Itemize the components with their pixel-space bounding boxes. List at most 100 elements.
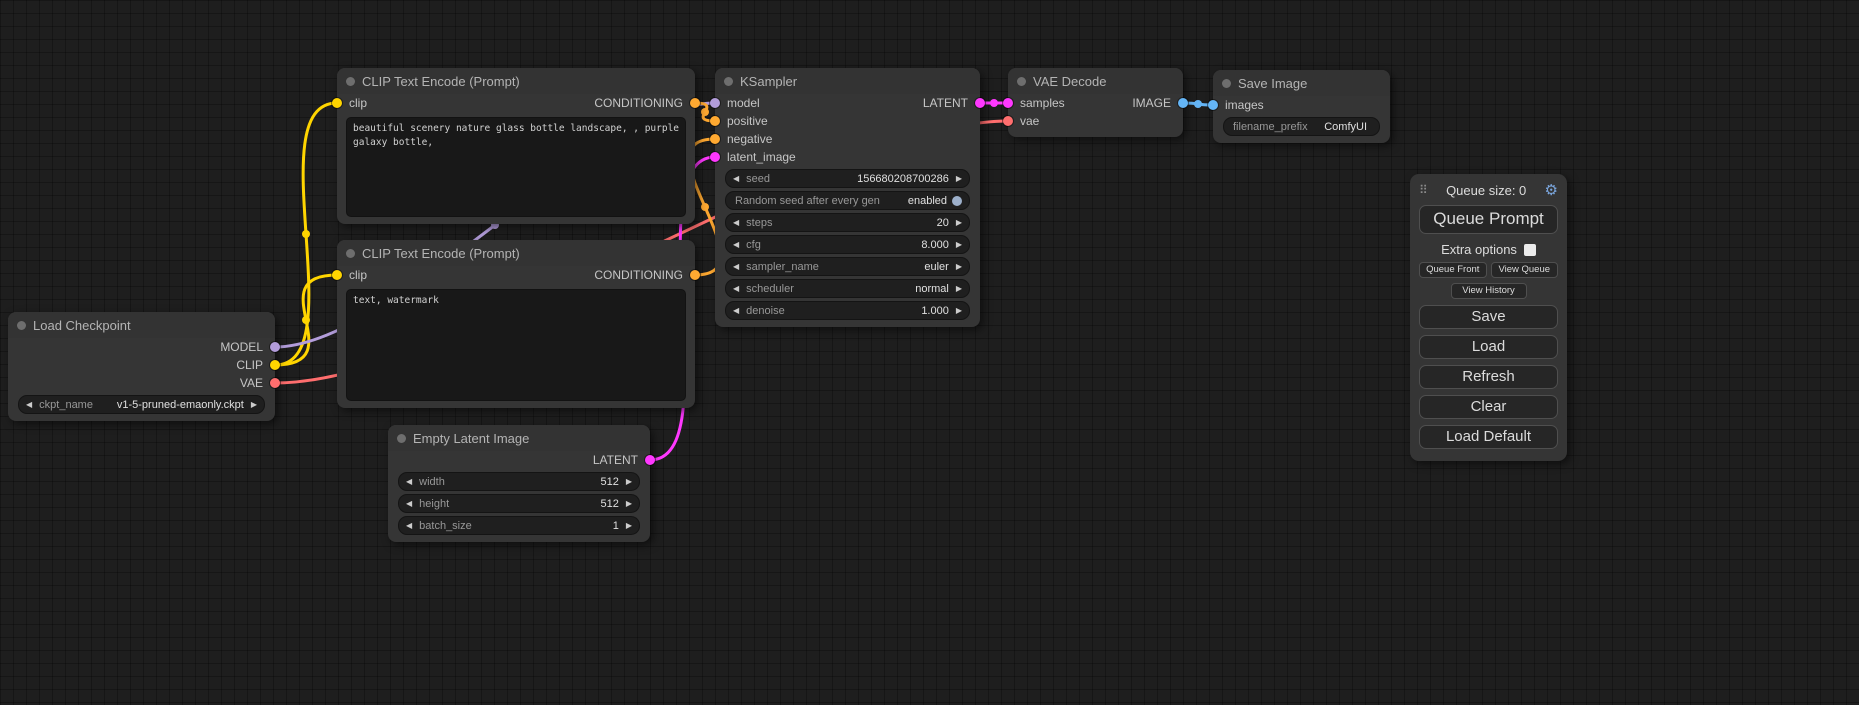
input-port-clip[interactable] — [332, 270, 342, 280]
view-queue-button[interactable]: View Queue — [1491, 262, 1559, 278]
arrow-right-icon[interactable]: ▶ — [626, 522, 632, 530]
node-vae-decode[interactable]: VAE Decode samples IMAGE vae — [1008, 68, 1183, 137]
arrow-left-icon[interactable]: ◀ — [406, 522, 412, 530]
negative-prompt-textarea[interactable]: text, watermark — [346, 289, 686, 401]
arrow-right-icon[interactable]: ▶ — [251, 401, 257, 409]
output-port-conditioning[interactable] — [690, 270, 700, 280]
arrow-left-icon[interactable]: ◀ — [733, 263, 739, 271]
node-empty-latent-image[interactable]: Empty Latent Image LATENT ◀ width 512 ▶ … — [388, 425, 650, 542]
widget-value: 512 — [600, 476, 618, 488]
toggle-knob-icon[interactable] — [952, 196, 962, 206]
node-load-checkpoint[interactable]: Load Checkpoint MODEL CLIP VAE ◀ ckpt_na… — [8, 312, 275, 421]
extra-options-checkbox[interactable] — [1524, 244, 1536, 256]
node-clip-text-encode-positive[interactable]: CLIP Text Encode (Prompt) clip CONDITION… — [337, 68, 695, 224]
load-default-button[interactable]: Load Default — [1419, 425, 1558, 449]
node-titlebar[interactable]: CLIP Text Encode (Prompt) — [337, 240, 695, 266]
arrow-left-icon[interactable]: ◀ — [406, 478, 412, 486]
widget-name: width — [419, 476, 445, 488]
node-ksampler[interactable]: KSampler model LATENT positive negative … — [715, 68, 980, 327]
load-button[interactable]: Load — [1419, 335, 1558, 359]
output-label-conditioning: CONDITIONING — [594, 96, 683, 110]
refresh-button[interactable]: Refresh — [1419, 365, 1558, 389]
widget-width[interactable]: ◀ width 512 ▶ — [398, 472, 640, 491]
arrow-left-icon[interactable]: ◀ — [26, 401, 32, 409]
queue-menu-panel: ⠿ Queue size: 0 ⚙ Queue Prompt Extra opt… — [1410, 174, 1567, 461]
input-port-clip[interactable] — [332, 98, 342, 108]
queue-front-button[interactable]: Queue Front — [1419, 262, 1487, 278]
input-port-positive[interactable] — [710, 116, 720, 126]
arrow-right-icon[interactable]: ▶ — [626, 478, 632, 486]
widget-random-seed-toggle[interactable]: Random seed after every gen enabled — [725, 191, 970, 210]
arrow-left-icon[interactable]: ◀ — [406, 500, 412, 508]
node-titlebar[interactable]: CLIP Text Encode (Prompt) — [337, 68, 695, 94]
arrow-left-icon[interactable]: ◀ — [733, 307, 739, 315]
queue-prompt-button[interactable]: Queue Prompt — [1419, 205, 1558, 234]
settings-gear-icon[interactable]: ⚙ — [1545, 183, 1558, 198]
comfyui-canvas[interactable]: { "colors": { "model": "#B39DDB", "clip"… — [0, 0, 1859, 705]
widget-name: height — [419, 498, 449, 510]
widget-height[interactable]: ◀ height 512 ▶ — [398, 494, 640, 513]
widget-value: enabled — [908, 195, 947, 207]
node-save-image[interactable]: Save Image images filename_prefix ComfyU… — [1213, 70, 1390, 143]
arrow-right-icon[interactable]: ▶ — [626, 500, 632, 508]
widget-name: ckpt_name — [39, 399, 93, 411]
widget-seed[interactable]: ◀ seed 156680208700286 ▶ — [725, 169, 970, 188]
widget-sampler-name[interactable]: ◀ sampler_name euler ▶ — [725, 257, 970, 276]
input-port-model[interactable] — [710, 98, 720, 108]
arrow-right-icon[interactable]: ▶ — [956, 241, 962, 249]
node-titlebar[interactable]: VAE Decode — [1008, 68, 1183, 94]
arrow-right-icon[interactable]: ▶ — [956, 307, 962, 315]
collapse-dot-icon[interactable] — [17, 321, 26, 330]
output-port-latent[interactable] — [975, 98, 985, 108]
input-port-samples[interactable] — [1003, 98, 1013, 108]
widget-denoise[interactable]: ◀ denoise 1.000 ▶ — [725, 301, 970, 320]
input-port-negative[interactable] — [710, 134, 720, 144]
arrow-right-icon[interactable]: ▶ — [956, 285, 962, 293]
input-port-vae[interactable] — [1003, 116, 1013, 126]
widget-filename-prefix[interactable]: filename_prefix ComfyUI — [1223, 117, 1380, 136]
widget-batch-size[interactable]: ◀ batch_size 1 ▶ — [398, 516, 640, 535]
widget-cfg[interactable]: ◀ cfg 8.000 ▶ — [725, 235, 970, 254]
output-port-image[interactable] — [1178, 98, 1188, 108]
drag-handle-icon[interactable]: ⠿ — [1419, 183, 1428, 197]
widget-value: normal — [915, 283, 949, 295]
collapse-dot-icon[interactable] — [346, 77, 355, 86]
collapse-dot-icon[interactable] — [397, 434, 406, 443]
slot-row: MODEL — [8, 338, 275, 356]
widget-ckpt-name[interactable]: ◀ ckpt_name v1-5-pruned-emaonly.ckpt ▶ — [18, 395, 265, 414]
widget-steps[interactable]: ◀ steps 20 ▶ — [725, 213, 970, 232]
widget-scheduler[interactable]: ◀ scheduler normal ▶ — [725, 279, 970, 298]
node-titlebar[interactable]: Load Checkpoint — [8, 312, 275, 338]
output-port-clip[interactable] — [270, 360, 280, 370]
node-titlebar[interactable]: KSampler — [715, 68, 980, 94]
save-button[interactable]: Save — [1419, 305, 1558, 329]
arrow-left-icon[interactable]: ◀ — [733, 285, 739, 293]
output-port-conditioning[interactable] — [690, 98, 700, 108]
input-port-images[interactable] — [1208, 100, 1218, 110]
arrow-left-icon[interactable]: ◀ — [733, 219, 739, 227]
collapse-dot-icon[interactable] — [1222, 79, 1231, 88]
positive-prompt-textarea[interactable]: beautiful scenery nature glass bottle la… — [346, 117, 686, 217]
node-clip-text-encode-negative[interactable]: CLIP Text Encode (Prompt) clip CONDITION… — [337, 240, 695, 408]
arrow-right-icon[interactable]: ▶ — [956, 263, 962, 271]
node-titlebar[interactable]: Save Image — [1213, 70, 1390, 96]
output-port-model[interactable] — [270, 342, 280, 352]
widget-value: 512 — [600, 498, 618, 510]
view-history-button[interactable]: View History — [1451, 283, 1527, 299]
arrow-right-icon[interactable]: ▶ — [956, 175, 962, 183]
arrow-right-icon[interactable]: ▶ — [956, 219, 962, 227]
output-port-vae[interactable] — [270, 378, 280, 388]
collapse-dot-icon[interactable] — [724, 77, 733, 86]
output-label-image: IMAGE — [1132, 96, 1171, 110]
arrow-left-icon[interactable]: ◀ — [733, 175, 739, 183]
node-titlebar[interactable]: Empty Latent Image — [388, 425, 650, 451]
wire-midpoint-dot — [302, 316, 310, 324]
widget-name: sampler_name — [746, 261, 819, 273]
collapse-dot-icon[interactable] — [346, 249, 355, 258]
input-port-latent-image[interactable] — [710, 152, 720, 162]
arrow-left-icon[interactable]: ◀ — [733, 241, 739, 249]
clear-button[interactable]: Clear — [1419, 395, 1558, 419]
queue-size-label: Queue size: 0 — [1428, 183, 1545, 198]
collapse-dot-icon[interactable] — [1017, 77, 1026, 86]
output-port-latent[interactable] — [645, 455, 655, 465]
